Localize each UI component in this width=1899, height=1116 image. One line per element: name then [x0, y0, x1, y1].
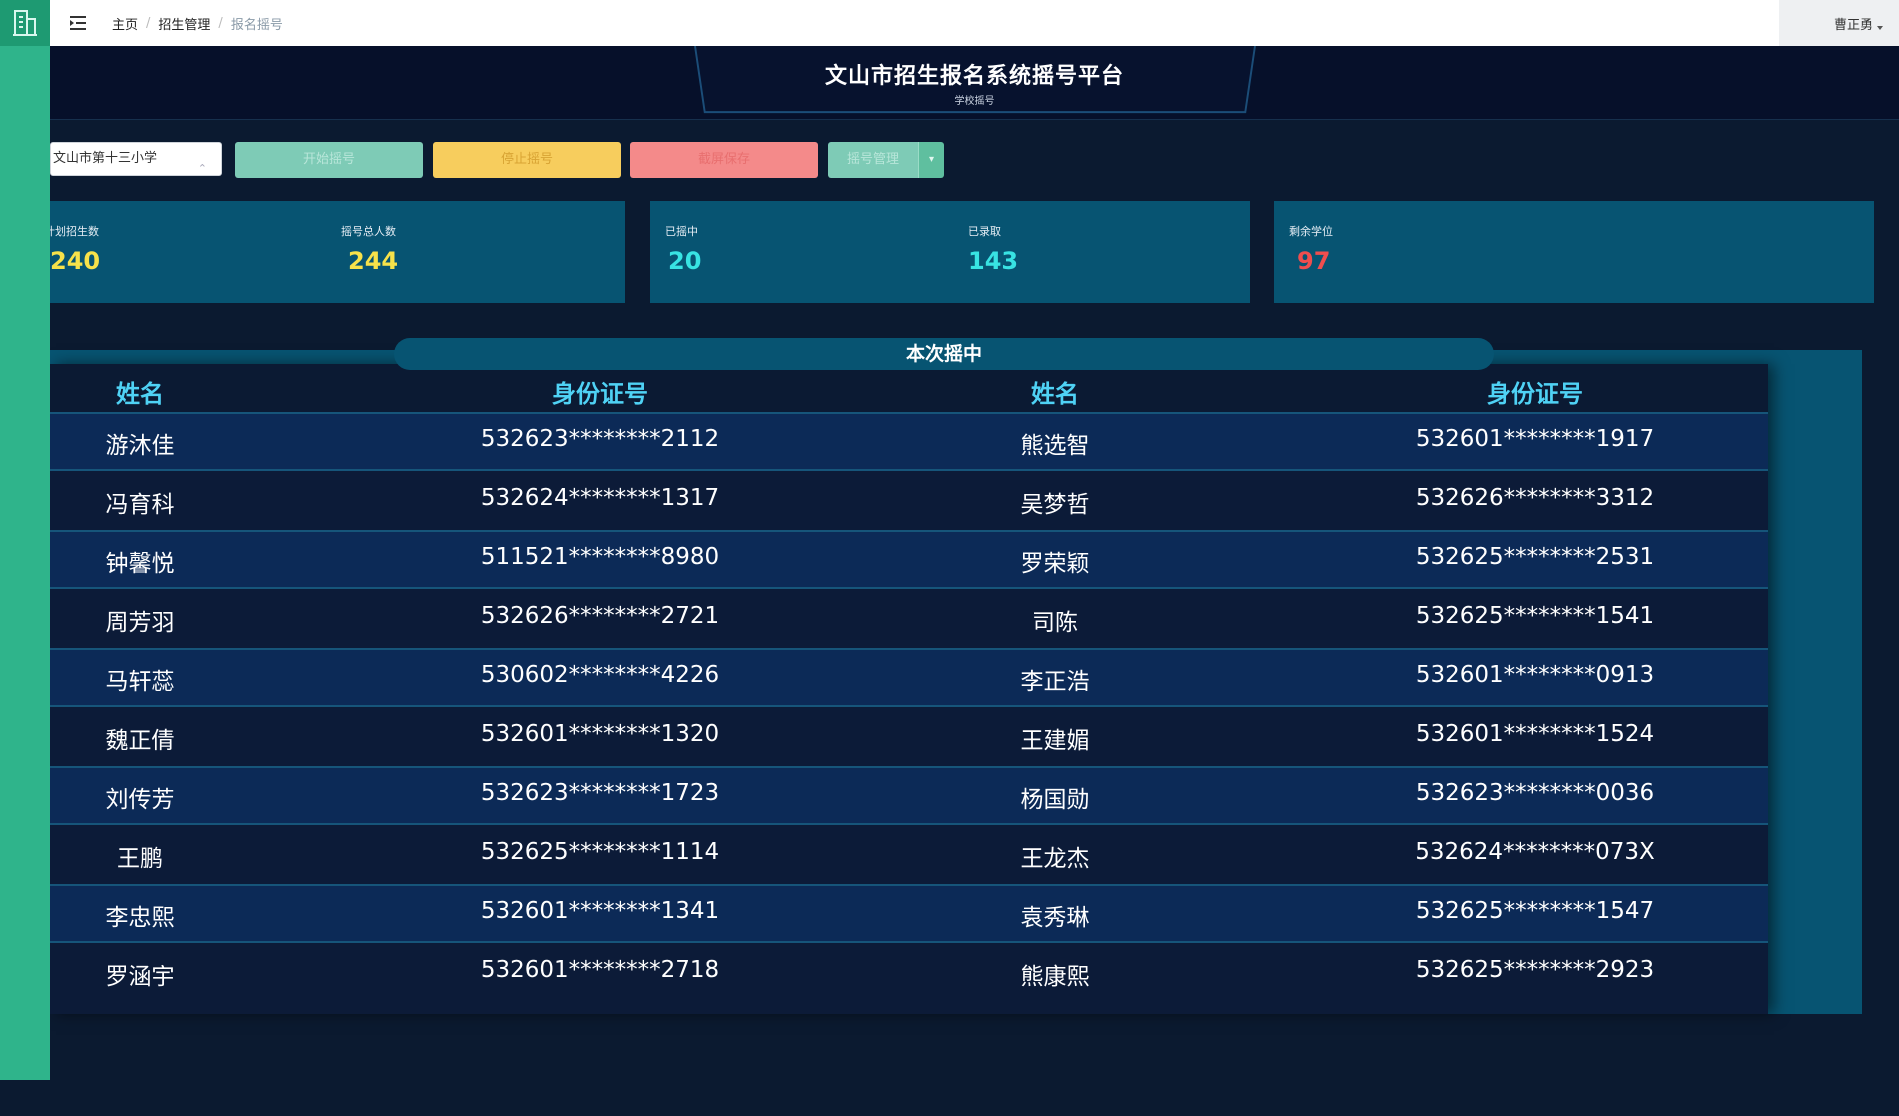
- breadcrumb-separator: /: [146, 15, 151, 31]
- row-id-1: 532623********2112: [480, 426, 720, 452]
- row-name-1: 周芳羽: [105, 610, 175, 636]
- row-name-2: 王龙杰: [1020, 846, 1090, 872]
- drawn-value: 20: [668, 247, 702, 275]
- chevron-down-icon[interactable]: ▾: [918, 142, 944, 178]
- breadcrumb-separator: /: [218, 15, 223, 31]
- table-row: 王鹏 532625********1114 王龙杰 532624********…: [50, 825, 1768, 884]
- table-row: 马轩蕊 530602********4226 李正浩 532601*******…: [50, 648, 1768, 707]
- stat-card-progress: 已摇中 20 已录取 143: [650, 201, 1250, 303]
- row-id-1: 532626********2721: [480, 603, 720, 629]
- row-name-1: 马轩蕊: [105, 669, 175, 695]
- start-draw-button[interactable]: 开始摇号: [235, 142, 423, 178]
- row-id-2: 532601********0913: [1415, 662, 1655, 688]
- header-name-2: 姓名: [1031, 380, 1079, 408]
- table-header: 姓名 身份证号 姓名 身份证号: [50, 364, 1768, 412]
- top-bar: 主页 / 招生管理 / 报名摇号 曹正勇: [50, 0, 1899, 46]
- row-id-1: 532601********2718: [480, 957, 720, 983]
- table-row: 游沐佳 532623********2112 熊选智 532601*******…: [50, 412, 1768, 471]
- row-id-2: 532624********073X: [1415, 839, 1655, 865]
- menu-toggle-icon[interactable]: [62, 7, 94, 39]
- row-id-2: 532626********3312: [1415, 485, 1655, 511]
- admitted-label: 已录取: [968, 225, 1001, 238]
- school-select[interactable]: 文山市第十三小学 ⌃: [50, 142, 222, 176]
- row-name-2: 杨国勋: [1020, 787, 1090, 813]
- row-name-2: 王建媚: [1020, 728, 1090, 754]
- table-row: 刘传芳 532623********1723 杨国勋 532623*******…: [50, 766, 1768, 825]
- stat-card-plan: 计划招生数 240 摇号总人数 244: [50, 201, 625, 303]
- header-id-2: 身份证号: [1487, 380, 1583, 408]
- remaining-label: 剩余学位: [1289, 225, 1333, 238]
- row-name-2: 熊选智: [1020, 433, 1090, 459]
- left-sidebar: [0, 0, 50, 1116]
- sidebar-bottom-gap: [0, 1080, 50, 1116]
- row-name-1: 刘传芳: [105, 787, 175, 813]
- row-name-1: 王鹏: [117, 846, 163, 872]
- page-subtitle: 学校摇号: [954, 96, 995, 107]
- table-row: 李忠熙 532601********1341 袁秀琳 532625*******…: [50, 884, 1768, 943]
- row-id-2: 532601********1524: [1415, 721, 1655, 747]
- total-label: 摇号总人数: [341, 225, 396, 238]
- breadcrumb-enrollment[interactable]: 招生管理: [158, 14, 210, 33]
- main-content: 文山市招生报名系统摇号平台 学校摇号 文山市第十三小学 ⌃ 开始摇号 停止摇号 …: [50, 46, 1899, 1116]
- row-name-1: 钟馨悦: [105, 551, 175, 577]
- row-name-2: 熊康熙: [1020, 964, 1090, 990]
- row-name-2: 李正浩: [1020, 669, 1090, 695]
- screenshot-save-button[interactable]: 截屏保存: [630, 142, 818, 178]
- breadcrumb-home[interactable]: 主页: [112, 14, 138, 33]
- row-id-2: 532625********2531: [1415, 544, 1655, 570]
- school-select-value: 文山市第十三小学: [53, 151, 158, 166]
- row-name-2: 司陈: [1032, 610, 1078, 636]
- admitted-value: 143: [968, 247, 1019, 275]
- table-row: 冯育科 532624********1317 吴梦哲 532626*******…: [50, 471, 1768, 530]
- row-id-1: 511521********8980: [480, 544, 720, 570]
- total-value: 244: [348, 247, 399, 275]
- table-row: 魏正倩 532601********1320 王建媚 532601*******…: [50, 707, 1768, 766]
- row-id-2: 532623********0036: [1415, 780, 1655, 806]
- header-id-1: 身份证号: [552, 380, 648, 408]
- stat-card-remaining: 剩余学位 97: [1274, 201, 1874, 303]
- row-id-1: 532625********1114: [480, 839, 720, 865]
- row-id-1: 530602********4226: [480, 662, 720, 688]
- row-id-2: 532625********1547: [1415, 898, 1655, 924]
- row-name-2: 罗荣颖: [1020, 551, 1090, 577]
- row-id-1: 532601********1341: [480, 898, 720, 924]
- row-id-1: 532623********1723: [480, 780, 720, 806]
- caret-down-icon: [1877, 26, 1883, 30]
- planned-value: 240: [50, 247, 101, 275]
- table-row: 钟馨悦 511521********8980 罗荣颖 532625*******…: [50, 530, 1768, 589]
- row-name-1: 冯育科: [105, 492, 175, 518]
- row-id-1: 532624********1317: [480, 485, 720, 511]
- row-name-1: 李忠熙: [105, 905, 175, 931]
- planned-label: 计划招生数: [50, 225, 99, 238]
- row-name-2: 袁秀琳: [1020, 905, 1090, 931]
- result-title: 本次摇中: [394, 338, 1494, 370]
- breadcrumb-current: 报名摇号: [230, 17, 283, 33]
- drawn-label: 已摇中: [665, 225, 698, 238]
- user-name: 曹正勇: [1833, 17, 1873, 33]
- row-name-2: 吴梦哲: [1020, 492, 1090, 518]
- stop-draw-button[interactable]: 停止摇号: [433, 142, 621, 178]
- row-id-2: 532625********1541: [1415, 603, 1655, 629]
- user-menu[interactable]: 曹正勇: [1779, 0, 1899, 46]
- header-name-1: 姓名: [116, 380, 164, 408]
- row-id-2: 532601********1917: [1415, 426, 1655, 452]
- breadcrumb: 主页 / 招生管理 / 报名摇号: [112, 14, 283, 33]
- page-title: 文山市招生报名系统摇号平台: [824, 64, 1124, 89]
- result-table: 姓名 身份证号 姓名 身份证号 游沐佳 532623********2112 熊…: [50, 364, 1768, 1014]
- remaining-value: 97: [1297, 247, 1331, 275]
- row-name-1: 罗涵宇: [105, 964, 175, 990]
- table-row: 周芳羽 532626********2721 司陈 532625********…: [50, 589, 1768, 648]
- draw-manage-button[interactable]: 摇号管理: [828, 142, 918, 178]
- result-panel: 姓名 身份证号 姓名 身份证号 游沐佳 532623********2112 熊…: [50, 350, 1862, 1014]
- chevron-up-icon: ⌃: [197, 162, 207, 175]
- row-name-1: 魏正倩: [105, 728, 175, 754]
- table-row: 罗涵宇 532601********2718 熊康熙 532625*******…: [50, 943, 1768, 1002]
- building-icon[interactable]: [0, 0, 50, 46]
- row-id-2: 532625********2923: [1415, 957, 1655, 983]
- row-name-1: 游沐佳: [105, 433, 175, 459]
- row-id-1: 532601********1320: [480, 721, 720, 747]
